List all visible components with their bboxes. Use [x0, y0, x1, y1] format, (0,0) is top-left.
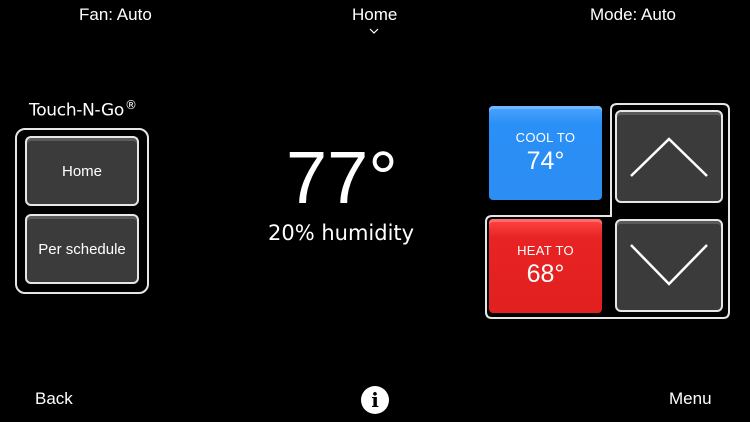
cool-setpoint-tile[interactable]: COOL TO 74° [489, 106, 602, 200]
cool-setpoint-value: 74° [526, 147, 565, 175]
chevron-up-icon [630, 137, 708, 177]
touch-n-go-logo: Touch-N-Go® [29, 98, 137, 121]
current-temperature: 77° [286, 136, 398, 219]
setpoint-panel: COOL TO 74° HEAT TO 68° [484, 102, 733, 320]
chevron-down-icon [630, 244, 708, 286]
heat-setpoint-label: HEAT TO [517, 243, 574, 258]
humidity-readout: 20% humidity [268, 221, 415, 245]
temperature-down-button[interactable] [615, 219, 723, 312]
location-selector[interactable]: Home [352, 5, 397, 25]
system-mode-button[interactable]: Mode: Auto [590, 5, 676, 25]
back-button[interactable]: Back [35, 389, 73, 409]
preset-per-schedule-button[interactable]: Per schedule [25, 214, 139, 284]
info-icon[interactable]: i [361, 386, 389, 414]
heat-setpoint-value: 68° [526, 260, 565, 288]
chevron-down-icon[interactable] [369, 27, 379, 35]
touch-n-go-panel: Home Per schedule [15, 128, 149, 294]
temperature-up-button[interactable] [615, 110, 723, 203]
preset-home-button[interactable]: Home [25, 136, 139, 206]
fan-mode-button[interactable]: Fan: Auto [79, 5, 152, 25]
cool-setpoint-label: COOL TO [515, 130, 576, 145]
menu-button[interactable]: Menu [669, 389, 712, 409]
heat-setpoint-tile[interactable]: HEAT TO 68° [489, 219, 602, 313]
